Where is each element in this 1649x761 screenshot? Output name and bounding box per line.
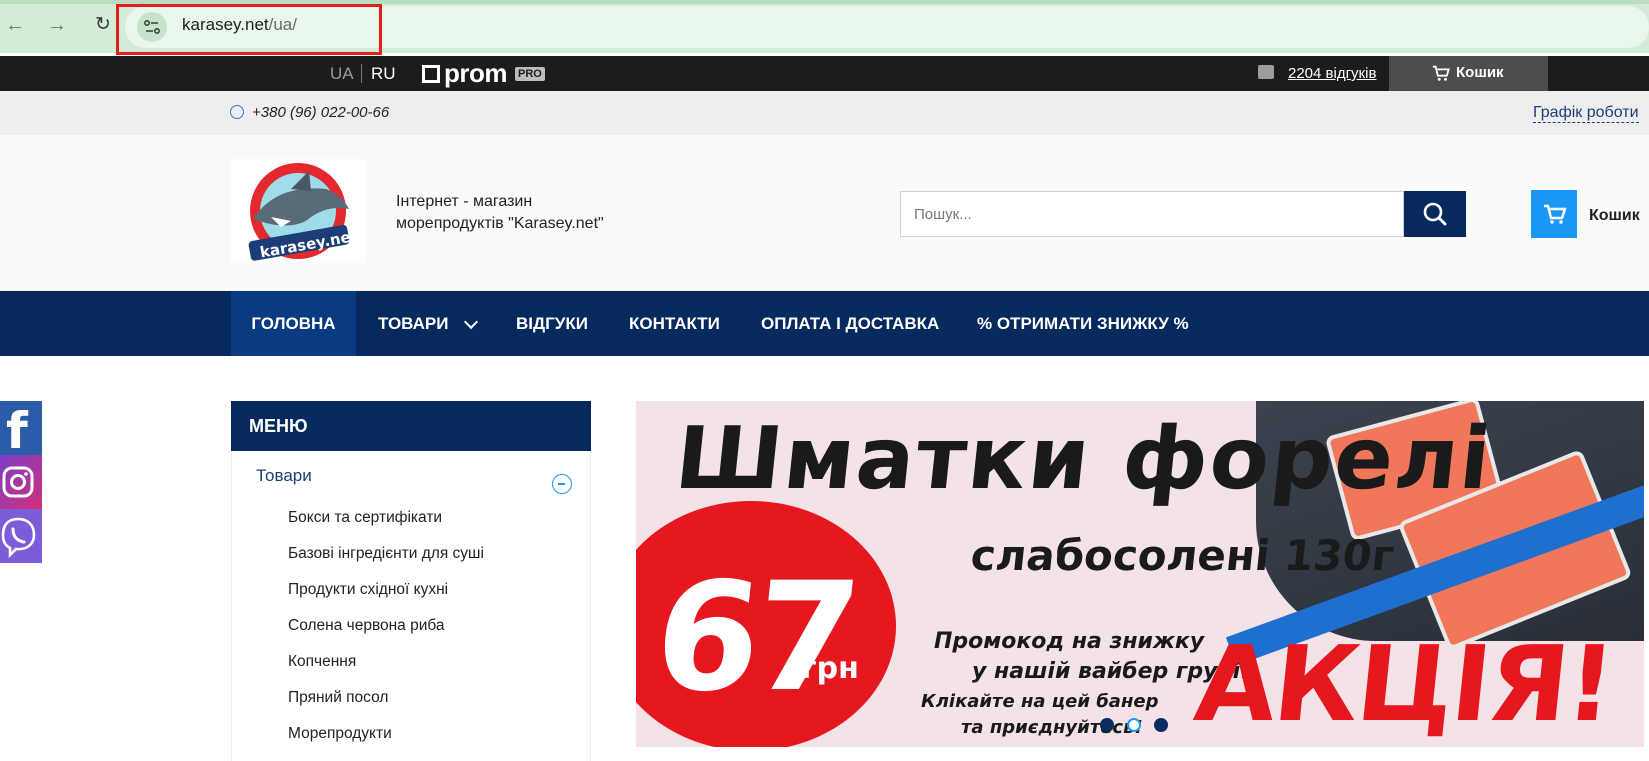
banner-promo-line1: Промокод на знижку	[934, 629, 1205, 654]
collapse-icon[interactable]	[552, 474, 572, 494]
sidebar-item-boxes[interactable]: Бокси та сертифікати	[288, 509, 442, 527]
carousel-dot-1[interactable]	[1100, 718, 1114, 732]
banner-price-unit: грн	[801, 651, 859, 686]
reviews-link[interactable]: 2204 відгуків	[1288, 65, 1376, 82]
nav-contacts[interactable]: КОНТАКТИ	[629, 291, 720, 356]
site-header: karasey.net Інтернет - магазин морепроду…	[0, 135, 1649, 291]
top-bar: UA RU prom PRO 2204 відгуків Кошик	[0, 56, 1649, 91]
sidebar-item-seafood[interactable]: Морепродукти	[288, 725, 392, 743]
search-input[interactable]	[900, 191, 1404, 237]
store-tagline-line2: морепродуктів "Karasey.net"	[396, 215, 604, 232]
back-icon[interactable]: ←	[2, 12, 28, 38]
nav-home[interactable]: ГОЛОВНА	[231, 291, 356, 356]
sidebar-item-smoked[interactable]: Копчення	[288, 653, 356, 671]
sidebar-title: МЕНЮ	[249, 416, 308, 436]
nav-payment-delivery[interactable]: ОПЛАТА І ДОСТАВКА	[761, 291, 939, 356]
banner-sale-text: АКЦІЯ!	[1189, 623, 1619, 745]
lang-ru-link[interactable]: RU	[371, 64, 396, 84]
reload-icon[interactable]: ↻	[90, 12, 116, 38]
nav-discount[interactable]: % ОТРИМАТИ ЗНИЖКУ %	[977, 291, 1189, 356]
prom-pro-badge: PRO	[515, 66, 545, 81]
nav-products[interactable]: ТОВАРИ	[378, 291, 448, 356]
search-button[interactable]	[1404, 191, 1466, 237]
prom-logo[interactable]: prom PRO	[422, 60, 545, 86]
search-icon	[1423, 202, 1447, 226]
prom-square-icon	[422, 64, 440, 83]
cart-icon	[1432, 65, 1450, 81]
carousel-dot-3[interactable]	[1154, 718, 1168, 732]
chevron-down-icon[interactable]	[463, 314, 479, 330]
phone-icon	[230, 105, 244, 119]
top-cart-button[interactable]: Кошик	[1389, 56, 1548, 91]
sidebar-item-sushi-basics[interactable]: Базові інгредієнти для суші	[288, 545, 484, 563]
store-logo[interactable]: karasey.net	[231, 159, 365, 263]
comment-icon	[1258, 65, 1274, 79]
phone-number[interactable]: +380 (96) 022-00-66	[252, 104, 389, 121]
main-nav: ГОЛОВНА ТОВАРИ ВІДГУКИ КОНТАКТИ ОПЛАТА І…	[0, 291, 1649, 356]
sidebar-header: МЕНЮ	[231, 401, 591, 451]
lang-divider	[361, 64, 362, 83]
promo-banner[interactable]: Шматки форелі слабосолені 130г 67 грн Пр…	[636, 401, 1644, 747]
header-cart-button[interactable]	[1531, 190, 1577, 238]
banner-promo-line3: Клікайте на цей банер	[921, 691, 1159, 712]
viber-icon[interactable]	[0, 509, 42, 563]
banner-promo-line4: та приєднуйтесь!	[961, 717, 1143, 738]
sidebar-item-eastern-cuisine[interactable]: Продукти східної кухні	[288, 581, 448, 599]
sidebar-item-salted-red-fish[interactable]: Солена червона риба	[288, 617, 445, 635]
banner-price: 67	[646, 551, 862, 725]
cart-icon	[1544, 204, 1567, 224]
banner-subtitle: слабосолені 130г	[968, 531, 1397, 580]
carousel-dot-2[interactable]	[1127, 718, 1141, 732]
lang-ua-link[interactable]: UA	[330, 64, 354, 84]
sidebar-menu: Товари Бокси та сертифікати Базові інгре…	[231, 451, 591, 761]
sidebar-category-products[interactable]: Товари	[256, 466, 312, 486]
svg-text:f: f	[6, 402, 29, 455]
facebook-icon[interactable]: f	[0, 401, 42, 460]
schedule-link[interactable]: Графік роботи	[1533, 104, 1639, 123]
store-tagline-line1: Інтернет - магазин	[396, 193, 533, 210]
forward-icon[interactable]: →	[44, 12, 70, 38]
banner-title: Шматки форелі	[670, 409, 1498, 509]
instagram-icon[interactable]	[0, 455, 42, 509]
url-highlight-box	[116, 4, 382, 55]
header-cart-label[interactable]: Кошик	[1589, 207, 1640, 225]
sidebar-item-spicy-salting[interactable]: Пряний посол	[288, 689, 388, 707]
contact-bar: +380 (96) 022-00-66 Графік роботи	[0, 91, 1649, 135]
nav-reviews[interactable]: ВІДГУКИ	[516, 291, 588, 356]
